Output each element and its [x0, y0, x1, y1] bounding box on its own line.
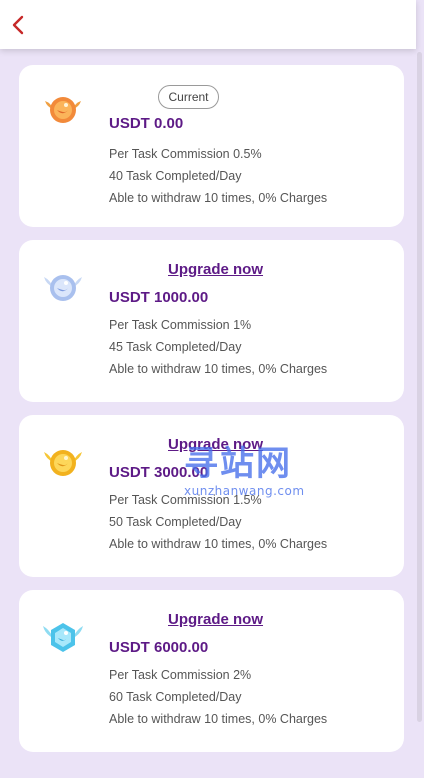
level-details: Per Task Commission 1% 45 Task Completed… [109, 314, 327, 380]
level-card: Upgrade now USDT 3000.00 Per Task Commis… [19, 415, 404, 577]
upgrade-now-link[interactable]: Upgrade now [168, 611, 263, 628]
current-level-tag: Current [158, 85, 219, 109]
level-amount: USDT 3000.00 [109, 464, 209, 481]
top-bar [0, 0, 416, 49]
level-amount: USDT 6000.00 [109, 639, 209, 656]
tasks-per-day-text: 45 Task Completed/Day [109, 340, 242, 354]
tasks-per-day-text: 40 Task Completed/Day [109, 169, 242, 183]
upgrade-now-link[interactable]: Upgrade now [168, 261, 263, 278]
chevron-left-icon[interactable] [9, 14, 29, 36]
gold-wing-badge-icon [44, 450, 82, 476]
level-details: Per Task Commission 0.5% 40 Task Complet… [109, 143, 327, 209]
level-details: Per Task Commission 2% 60 Task Completed… [109, 664, 327, 730]
level-amount: USDT 0.00 [109, 115, 184, 132]
commission-text: Per Task Commission 1% [109, 318, 252, 332]
upgrade-now-link[interactable]: Upgrade now [168, 436, 263, 453]
commission-text: Per Task Commission 2% [109, 668, 252, 682]
level-amount: USDT 1000.00 [109, 289, 209, 306]
withdraw-text: Able to withdraw 10 times, 0% Charges [109, 191, 328, 205]
commission-text: Per Task Commission 0.5% [109, 147, 262, 161]
level-list: Current USDT 0.00 Per Task Commission 0.… [19, 65, 404, 765]
withdraw-text: Able to withdraw 10 times, 0% Charges [109, 537, 328, 551]
level-card: Current USDT 0.00 Per Task Commission 0.… [19, 65, 404, 227]
orange-wing-badge-icon [45, 97, 81, 123]
withdraw-text: Able to withdraw 10 times, 0% Charges [109, 712, 328, 726]
diamond-wing-badge-icon [43, 623, 83, 652]
scrollbar[interactable] [417, 52, 422, 722]
withdraw-text: Able to withdraw 10 times, 0% Charges [109, 362, 328, 376]
level-card: Upgrade now USDT 6000.00 Per Task Commis… [19, 590, 404, 752]
level-card: Upgrade now USDT 1000.00 Per Task Commis… [19, 240, 404, 402]
level-details: Per Task Commission 1.5% 50 Task Complet… [109, 489, 327, 555]
tasks-per-day-text: 60 Task Completed/Day [109, 690, 242, 704]
commission-text: Per Task Commission 1.5% [109, 493, 262, 507]
silver-wing-badge-icon [44, 275, 82, 301]
tasks-per-day-text: 50 Task Completed/Day [109, 515, 242, 529]
